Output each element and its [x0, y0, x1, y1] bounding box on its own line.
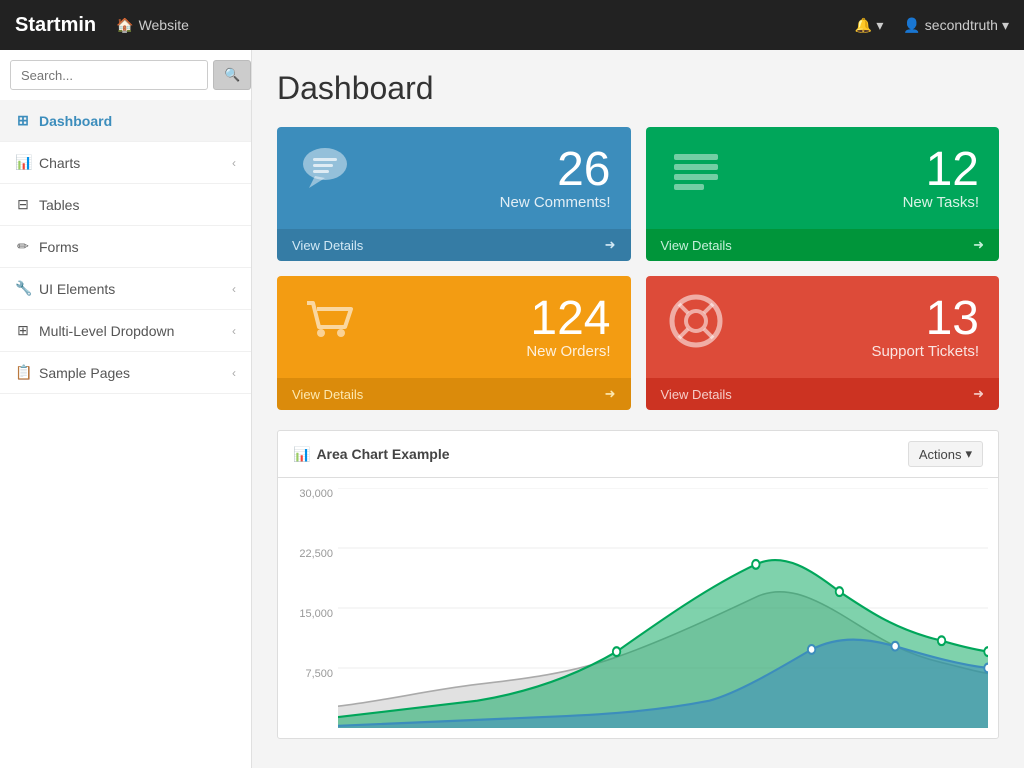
- tasks-view-details[interactable]: View Details ➜: [646, 229, 1000, 261]
- search-icon: 🔍: [224, 67, 240, 82]
- sidebar-item-dashboard[interactable]: ⊞ Dashboard: [0, 100, 251, 142]
- sidebar-item-label: Sample Pages: [39, 365, 130, 381]
- sidebar-item-label: Dashboard: [39, 113, 112, 129]
- brand-logo: Startmin: [15, 14, 96, 37]
- user-icon: 👤: [903, 17, 920, 34]
- bell-icon: 🔔: [855, 17, 872, 34]
- sidebar-item-multi-level[interactable]: ⊞ Multi-Level Dropdown ‹: [0, 310, 251, 352]
- forms-icon: ✏: [15, 238, 31, 255]
- dropdown-arrow: ▾: [876, 17, 883, 34]
- website-link[interactable]: 🏠 Website: [116, 17, 189, 34]
- search-button[interactable]: 🔍: [213, 60, 251, 90]
- tasks-count: 12: [903, 146, 979, 194]
- comments-label: New Comments!: [500, 194, 611, 211]
- sidebar-item-label: Forms: [39, 239, 79, 255]
- orders-label: New Orders!: [526, 343, 610, 360]
- stat-card-comments: 26 New Comments! View Details ➜: [277, 127, 631, 261]
- orders-view-details[interactable]: View Details ➜: [277, 378, 631, 410]
- arrow-right-icon: ➜: [605, 237, 616, 253]
- arrow-right-icon: ➜: [605, 386, 616, 402]
- sidebar-item-label: Tables: [39, 197, 79, 213]
- navbar-right: 🔔 ▾ 👤 secondtruth ▾: [855, 17, 1009, 34]
- sidebar-item-label: UI Elements: [39, 281, 115, 297]
- chevron-down-icon: ▾: [965, 446, 972, 462]
- chart-title: 📊 Area Chart Example: [293, 446, 450, 463]
- comments-count: 26: [500, 146, 611, 194]
- sidebar-item-tables[interactable]: ⊟ Tables: [0, 184, 251, 226]
- chevron-left-icon: ‹: [232, 366, 236, 380]
- sidebar-item-label: Charts: [39, 155, 80, 171]
- user-menu-button[interactable]: 👤 secondtruth ▾: [903, 17, 1009, 34]
- tickets-icon: [666, 291, 726, 363]
- dashboard-icon: ⊞: [15, 112, 31, 129]
- charts-icon: 📊: [15, 154, 31, 171]
- sidebar-item-sample-pages[interactable]: 📋 Sample Pages ‹: [0, 352, 251, 394]
- sidebar: 🔍 ⊞ Dashboard 📊 Charts ‹ ⊟ Tables ✏ Form…: [0, 50, 252, 768]
- ui-elements-icon: 🔧: [15, 280, 31, 297]
- arrow-right-icon: ➜: [973, 386, 984, 402]
- sample-pages-icon: 📋: [15, 364, 31, 381]
- sidebar-item-ui-elements[interactable]: 🔧 UI Elements ‹: [0, 268, 251, 310]
- notifications-button[interactable]: 🔔 ▾: [855, 17, 883, 34]
- chart-panel-header: 📊 Area Chart Example Actions ▾: [278, 431, 998, 478]
- multi-level-icon: ⊞: [15, 322, 31, 339]
- tables-icon: ⊟: [15, 196, 31, 213]
- tickets-count: 13: [871, 295, 979, 343]
- main-content: Dashboard 26: [252, 50, 1024, 768]
- tickets-view-details[interactable]: View Details ➜: [646, 378, 1000, 410]
- navbar: Startmin 🏠 Website 🔔 ▾ 👤 secondtruth ▾: [0, 0, 1024, 50]
- area-chart-svg: [338, 488, 988, 728]
- comments-view-details[interactable]: View Details ➜: [277, 229, 631, 261]
- stat-card-orders: 124 New Orders! View Details ➜: [277, 276, 631, 410]
- tasks-label: New Tasks!: [903, 194, 979, 211]
- sidebar-item-forms[interactable]: ✏ Forms: [0, 226, 251, 268]
- main-layout: 🔍 ⊞ Dashboard 📊 Charts ‹ ⊟ Tables ✏ Form…: [0, 50, 1024, 768]
- stat-cards-grid: 26 New Comments! View Details ➜: [277, 127, 999, 410]
- stat-card-tickets: 13 Support Tickets! View Details ➜: [646, 276, 1000, 410]
- actions-button[interactable]: Actions ▾: [908, 441, 983, 467]
- chart-area: 30,000 22,500 15,000 7,500: [278, 478, 998, 738]
- chart-icon: 📊: [293, 446, 310, 463]
- chart-panel: 📊 Area Chart Example Actions ▾ 30,000 22…: [277, 430, 999, 739]
- stat-card-tasks: 12 New Tasks! View Details ➜: [646, 127, 1000, 261]
- search-input[interactable]: [10, 60, 208, 90]
- chevron-left-icon: ‹: [232, 156, 236, 170]
- home-icon: 🏠: [116, 17, 133, 34]
- orders-icon: [297, 291, 357, 363]
- chevron-left-icon: ‹: [232, 282, 236, 296]
- search-container: 🔍: [0, 50, 251, 100]
- page-title: Dashboard: [277, 70, 999, 107]
- orders-count: 124: [526, 295, 610, 343]
- sidebar-item-label: Multi-Level Dropdown: [39, 323, 174, 339]
- chevron-left-icon: ‹: [232, 324, 236, 338]
- tickets-label: Support Tickets!: [871, 343, 979, 360]
- arrow-right-icon: ➜: [973, 237, 984, 253]
- y-axis-labels: 30,000 22,500 15,000 7,500: [283, 488, 333, 728]
- dropdown-arrow: ▾: [1002, 17, 1009, 34]
- comments-icon: [297, 142, 357, 214]
- tasks-icon: [666, 142, 726, 214]
- sidebar-item-charts[interactable]: 📊 Charts ‹: [0, 142, 251, 184]
